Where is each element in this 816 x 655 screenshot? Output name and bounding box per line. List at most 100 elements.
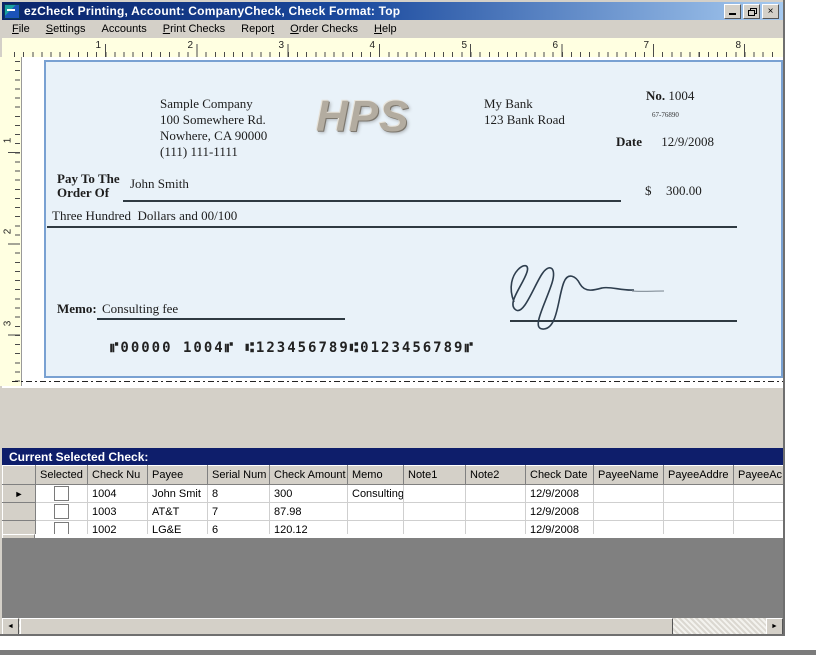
cell-payeename[interactable]: [593, 484, 664, 503]
menu-item-print-checks[interactable]: Print Checks: [155, 21, 233, 37]
col-header-payeeac[interactable]: PayeeAc: [733, 465, 784, 485]
cell-note1[interactable]: [403, 502, 466, 521]
ruler-number: 3: [278, 40, 284, 51]
menu-item-accounts[interactable]: Accounts: [94, 21, 155, 37]
menu-item-help[interactable]: Help: [366, 21, 405, 37]
cell-note1[interactable]: [403, 484, 466, 503]
watermark-logo: HPS: [316, 92, 410, 141]
row-selector[interactable]: [2, 502, 36, 521]
menu-item-file[interactable]: File: [4, 21, 38, 37]
memo-value: Consulting fee: [102, 301, 179, 316]
ruler-major-ticks: [8, 152, 20, 382]
current-row-pointer-icon: ►: [14, 488, 24, 499]
company-address2: Nowhere, CA 90000: [160, 128, 268, 143]
scrollbar-thumb[interactable]: [20, 618, 673, 635]
col-header-check-amount[interactable]: Check Amount: [269, 465, 348, 485]
row-selector[interactable]: ►: [2, 484, 36, 503]
col-header-selected[interactable]: Selected: [35, 465, 88, 485]
col-header-note1[interactable]: Note1: [403, 465, 466, 485]
check-number-line: No. 1004: [646, 88, 694, 104]
row-checkbox[interactable]: [54, 504, 69, 519]
memo-line: [97, 318, 345, 320]
company-address1: 100 Somewhere Rd.: [160, 112, 266, 127]
close-button[interactable]: ×: [762, 4, 779, 19]
header-row: Selected Check Nu Payee Serial Num Check…: [2, 465, 784, 485]
cell-serial-num[interactable]: 8: [207, 484, 270, 503]
payee-value: John Smith: [130, 176, 189, 191]
menu-label-part: ettings: [53, 23, 86, 35]
menu-accel: F: [12, 23, 19, 35]
menu-accel: H: [374, 23, 382, 35]
menu-label-part: elp: [381, 23, 397, 35]
cell-note2[interactable]: [465, 484, 526, 503]
cell-payeeaddre[interactable]: [663, 502, 734, 521]
date-line: Date 12/9/2008: [616, 134, 714, 150]
cell-check-amount[interactable]: 87.98: [269, 502, 348, 521]
col-header-check-date[interactable]: Check Date: [525, 465, 594, 485]
scroll-left-button[interactable]: ◄: [2, 618, 19, 635]
restore-button[interactable]: [743, 4, 760, 19]
check-preview[interactable]: Sample Company 100 Somewhere Rd. Nowhere…: [44, 60, 783, 378]
col-header-check-nu[interactable]: Check Nu: [87, 465, 148, 485]
menu-item-report[interactable]: Report: [233, 21, 282, 37]
micr-line: ⑈00000 1004⑈ ⑆123456789⑆0123456789⑈: [110, 340, 475, 356]
cell-serial-num[interactable]: 7: [207, 502, 270, 521]
menu-bar: File Settings Accounts Print Checks Repo…: [2, 20, 785, 38]
ruler-number: 4: [369, 40, 375, 51]
col-header-payeename[interactable]: PayeeName: [593, 465, 664, 485]
checks-table: Selected Check Nu Payee Serial Num Check…: [2, 465, 784, 539]
col-header-memo[interactable]: Memo: [347, 465, 404, 485]
memo-label: Memo:: [57, 301, 97, 316]
bank-name: My Bank: [484, 96, 533, 111]
cell-payeename[interactable]: [593, 502, 664, 521]
menu-item-settings[interactable]: Settings: [38, 21, 94, 37]
table-row[interactable]: 1003 AT&T 7 87.98 12/9/2008: [2, 502, 784, 521]
table-row[interactable]: ► 1004 John Smit 8 300 Consulting 12/9/2…: [2, 484, 784, 503]
col-header-payee[interactable]: Payee: [147, 465, 208, 485]
horizontal-scrollbar[interactable]: ◄ ►: [2, 618, 783, 635]
cell-memo[interactable]: [347, 502, 404, 521]
menu-label-part: rder Checks: [298, 23, 359, 35]
pay-to-label: Pay To The Order Of: [57, 172, 120, 200]
ruler-number: 6: [552, 40, 558, 51]
scroll-right-button[interactable]: ►: [766, 618, 783, 635]
ruler-number: 8: [735, 40, 741, 51]
col-header-rowselector: [2, 465, 36, 485]
cell-check-nu[interactable]: 1003: [87, 502, 148, 521]
cell-payee[interactable]: AT&T: [147, 502, 208, 521]
company-name: Sample Company: [160, 96, 253, 111]
cell-memo[interactable]: Consulting: [347, 484, 404, 503]
cell-selected[interactable]: [35, 502, 88, 521]
ruler-number: 2: [2, 228, 14, 235]
menu-item-order-checks[interactable]: Order Checks: [282, 21, 366, 37]
cell-payeeac[interactable]: [733, 484, 784, 503]
bank-block: My Bank 123 Bank Road: [484, 96, 565, 128]
dollar-sign: $: [645, 183, 652, 198]
cell-check-date[interactable]: 12/9/2008: [525, 484, 594, 503]
scroll-left-icon: ◄: [7, 623, 14, 630]
minimize-button[interactable]: [724, 4, 741, 19]
cell-payee[interactable]: John Smit: [147, 484, 208, 503]
bank-address: 123 Bank Road: [484, 112, 565, 127]
ruler-number: 5: [461, 40, 467, 51]
window-bottom-edge: [0, 634, 785, 636]
menu-accel: O: [290, 23, 299, 35]
grid-empty-area: [2, 538, 783, 618]
vertical-ruler: 1 2 3: [0, 57, 22, 386]
cell-selected[interactable]: [35, 484, 88, 503]
cell-check-date[interactable]: 12/9/2008: [525, 502, 594, 521]
menu-label-part: Repor: [241, 23, 272, 35]
menu-accel: t: [271, 23, 275, 35]
col-header-serial-num[interactable]: Serial Num: [207, 465, 270, 485]
screen: ezCheck Printing, Account: CompanyCheck,…: [0, 0, 816, 655]
pay-to-line1: Pay To The: [57, 171, 120, 186]
cell-note2[interactable]: [465, 502, 526, 521]
app-icon: [4, 3, 20, 19]
cell-check-amount[interactable]: 300: [269, 484, 348, 503]
cell-check-nu[interactable]: 1004: [87, 484, 148, 503]
cell-payeeaddre[interactable]: [663, 484, 734, 503]
col-header-payeeaddre[interactable]: PayeeAddre: [663, 465, 734, 485]
row-checkbox[interactable]: [54, 486, 69, 501]
col-header-note2[interactable]: Note2: [465, 465, 526, 485]
cell-payeeac[interactable]: [733, 502, 784, 521]
